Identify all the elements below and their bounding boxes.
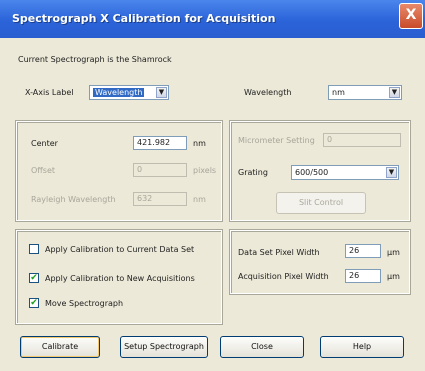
grating-group: Micrometer Setting 0 Grating 600/500 ▼ S… xyxy=(229,120,411,222)
options-group: Apply Calibration to Current Data Set ✔ … xyxy=(15,229,223,325)
checkmark-icon: ✔ xyxy=(30,298,38,308)
current-spectrograph-text: Current Spectrograph is the Shamrock xyxy=(18,55,172,64)
micrometer-label: Micrometer Setting xyxy=(238,136,315,145)
rayleigh-label: Rayleigh Wavelength xyxy=(31,195,116,204)
xaxis-label-select[interactable]: Wavelength ▼ xyxy=(89,85,169,100)
grating-label: Grating xyxy=(238,168,268,177)
offset-input[interactable]: 0 xyxy=(133,163,187,177)
apply-new-label: Apply Calibration to New Acquisitions xyxy=(45,274,195,283)
center-group: Center 421.982 nm Offset 0 pixels Raylei… xyxy=(15,120,223,222)
apply-current-checkbox[interactable] xyxy=(29,244,39,254)
center-unit: nm xyxy=(193,139,206,148)
rayleigh-unit: nm xyxy=(193,195,206,204)
dataset-pixel-label: Data Set Pixel Width xyxy=(238,248,320,257)
dialog-body: Current Spectrograph is the Shamrock X-A… xyxy=(6,38,419,371)
window-title: Spectrograph X Calibration for Acquisiti… xyxy=(12,12,276,25)
help-button[interactable]: Help xyxy=(320,336,404,358)
center-label: Center xyxy=(31,139,58,148)
rayleigh-input[interactable]: 632 xyxy=(133,192,187,206)
move-spectrograph-checkbox[interactable]: ✔ xyxy=(29,298,39,308)
chevron-down-icon: ▼ xyxy=(389,87,400,98)
chevron-down-icon: ▼ xyxy=(386,167,397,178)
pixel-width-group: Data Set Pixel Width 26 μm Acquisition P… xyxy=(229,229,411,295)
xaxis-label-value: Wavelength xyxy=(93,88,145,97)
calibrate-button[interactable]: Calibrate xyxy=(20,336,100,358)
acquisition-pixel-label: Acquisition Pixel Width xyxy=(238,272,329,281)
chevron-down-icon: ▼ xyxy=(156,87,167,98)
grating-value: 600/500 xyxy=(295,168,329,177)
slit-control-button[interactable]: Slit Control xyxy=(276,192,366,214)
grating-select[interactable]: 600/500 ▼ xyxy=(291,165,399,180)
wavelength-unit-select[interactable]: nm ▼ xyxy=(328,85,402,100)
offset-label: Offset xyxy=(31,166,56,175)
move-spectrograph-label: Move Spectrograph xyxy=(45,299,124,308)
title-bar: Spectrograph X Calibration for Acquisiti… xyxy=(0,0,425,38)
acquisition-pixel-input[interactable]: 26 xyxy=(345,269,381,283)
dataset-pixel-input[interactable]: 26 xyxy=(345,244,381,258)
setup-spectrograph-button[interactable]: Setup Spectrograph xyxy=(120,336,208,358)
checkmark-icon: ✔ xyxy=(30,273,38,283)
wavelength-unit-caption: Wavelength xyxy=(244,88,292,97)
dataset-pixel-unit: μm xyxy=(387,248,400,257)
acquisition-pixel-unit: μm xyxy=(387,272,400,281)
close-window-button[interactable]: X xyxy=(399,3,423,29)
close-button[interactable]: Close xyxy=(220,336,304,358)
center-input[interactable]: 421.982 xyxy=(133,136,187,150)
xaxis-label-caption: X-Axis Label xyxy=(25,88,74,97)
micrometer-input[interactable]: 0 xyxy=(323,133,401,147)
wavelength-unit-value: nm xyxy=(332,88,345,97)
apply-current-label: Apply Calibration to Current Data Set xyxy=(45,245,195,254)
apply-new-checkbox[interactable]: ✔ xyxy=(29,273,39,283)
offset-unit: pixels xyxy=(193,166,217,175)
